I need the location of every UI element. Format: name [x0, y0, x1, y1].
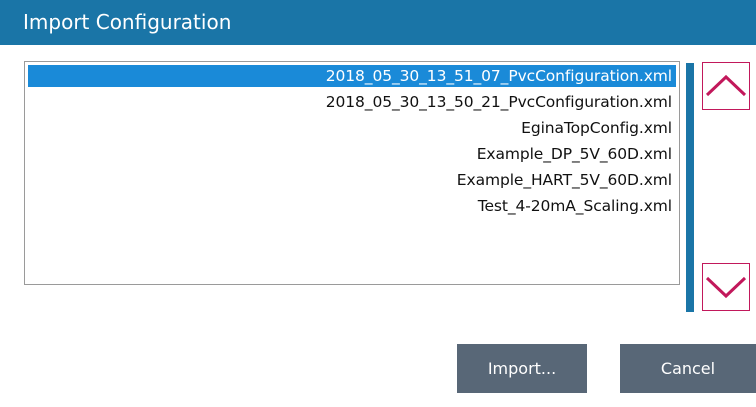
- file-list-item[interactable]: 2018_05_30_13_50_21_PvcConfiguration.xml: [28, 91, 676, 113]
- chevron-down-icon: [705, 276, 747, 299]
- dialog-title: Import Configuration: [23, 10, 232, 34]
- scroll-up-button[interactable]: [702, 62, 750, 110]
- chevron-up-icon: [705, 74, 747, 97]
- scrollbar-track[interactable]: [686, 63, 694, 312]
- file-list-item[interactable]: Test_4-20mA_Scaling.xml: [28, 195, 676, 217]
- cancel-button[interactable]: Cancel: [620, 344, 756, 393]
- import-configuration-dialog: Import Configuration 2018_05_30_13_51_07…: [0, 0, 756, 407]
- file-list-item[interactable]: 2018_05_30_13_51_07_PvcConfiguration.xml: [28, 65, 676, 87]
- scroll-down-button[interactable]: [702, 263, 750, 311]
- import-button[interactable]: Import...: [457, 344, 587, 393]
- file-list-item[interactable]: Example_HART_5V_60D.xml: [28, 169, 676, 191]
- file-list-item[interactable]: Example_DP_5V_60D.xml: [28, 143, 676, 165]
- file-list-item[interactable]: EginaTopConfig.xml: [28, 117, 676, 139]
- file-list[interactable]: 2018_05_30_13_51_07_PvcConfiguration.xml…: [24, 61, 680, 285]
- title-bar: Import Configuration: [0, 0, 756, 45]
